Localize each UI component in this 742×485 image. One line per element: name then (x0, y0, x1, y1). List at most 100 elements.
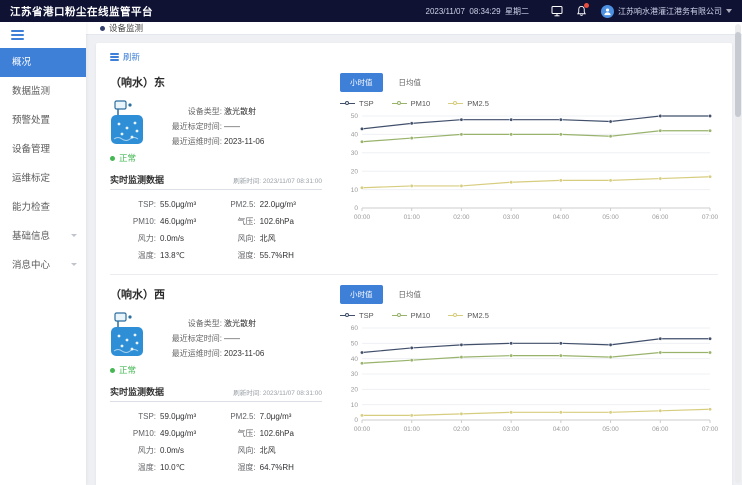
svg-text:00:00: 00:00 (354, 214, 371, 221)
station-info-pane: （响水）西 (110, 283, 322, 476)
svg-text:02:00: 02:00 (453, 214, 470, 221)
sidebar-item-basic-info[interactable]: 基础信息 (0, 222, 86, 251)
metric-label: TSP: (110, 408, 156, 425)
daily-average-button[interactable]: 日均值 (389, 73, 432, 92)
sidebar-item-data-monitoring[interactable]: 数据监测 (0, 77, 86, 106)
metric-label: PM2.5: (210, 196, 256, 213)
legend-marker-icon (340, 100, 355, 107)
metric-value: 10.0℃ (156, 459, 208, 476)
stations-card: 刷新 （响水）东 (96, 43, 732, 485)
scrollbar-track[interactable] (735, 24, 741, 483)
main-area: 设备监测 刷新 （响水）东 (86, 22, 742, 485)
metric-label: PM10: (110, 425, 156, 442)
sidebar-item-warning-disposal[interactable]: 预警处置 (0, 106, 86, 135)
hourly-value-button[interactable]: 小时值 (340, 73, 383, 92)
metric-value: 7.0μg/m³ (256, 408, 322, 425)
tab-device-monitoring[interactable]: 设备监测 (100, 22, 143, 34)
metric-value: 0.0m/s (156, 442, 208, 459)
legend-item-pm10[interactable]: PM10 (392, 99, 431, 108)
svg-text:60: 60 (351, 325, 359, 332)
metrics-grid: TSP:59.0μg/m³ PM2.5:7.0μg/m³ PM10:49.0μg… (110, 402, 322, 476)
svg-text:20: 20 (351, 169, 359, 176)
sidebar-item-label: 数据监测 (12, 86, 50, 97)
metric-label: 风力: (110, 442, 156, 459)
metric-value: 13.8℃ (156, 247, 208, 264)
metrics-grid: TSP:55.0μg/m³ PM2.5:22.0μg/m³ PM10:46.0μ… (110, 190, 322, 264)
svg-text:06:00: 06:00 (652, 214, 669, 221)
dust-monitor-device-icon (110, 312, 144, 358)
sidebar: 概况 数据监测 预警处置 设备管理 运维标定 能力检查 基础信息 消息中心 (0, 22, 86, 485)
realtime-refresh-time: 刷新时间: 2023/11/07 08:31:00 (233, 387, 322, 397)
metric-value: 0.0m/s (156, 230, 208, 247)
svg-text:30: 30 (351, 371, 359, 378)
sidebar-item-label: 能力检查 (12, 202, 50, 213)
dust-monitor-device-icon (110, 100, 144, 146)
svg-text:40: 40 (351, 132, 359, 139)
metric-value: 北风 (256, 442, 322, 459)
metric-value: 46.0μg/m³ (156, 213, 208, 230)
company-name: 江苏响水港灌江港务有限公司 (618, 6, 722, 17)
metric-label: 温度: (110, 247, 156, 264)
realtime-refresh-time: 刷新时间: 2023/11/07 08:31:00 (233, 175, 322, 185)
sidebar-item-label: 概况 (12, 57, 31, 68)
status-badge: 正常 (110, 152, 322, 164)
station-name: （响水）西 (110, 286, 322, 302)
chevron-down-icon (71, 263, 77, 266)
device-type-value: 激光散射 (222, 316, 264, 331)
device-type-value: 激光散射 (222, 104, 264, 119)
line-chart-east: 0102030405000:0001:0002:0003:0004:0005:0… (340, 110, 718, 222)
sidebar-item-message-center[interactable]: 消息中心 (0, 251, 86, 280)
metric-label: 风力: (110, 230, 156, 247)
maintenance-time-label: 最近运维时间: (152, 134, 222, 149)
hourly-value-button[interactable]: 小时值 (340, 285, 383, 304)
device-type-label: 设备类型: (152, 316, 222, 331)
header-date: 2023/11/07 (426, 7, 465, 16)
header-time: 08:34:29 (469, 7, 500, 16)
legend-item-tsp[interactable]: TSP (340, 311, 374, 320)
chart-pane: 小时值 日均值 TSP PM10 PM2.5 010203040506000:0… (322, 283, 718, 476)
notification-badge (584, 3, 589, 8)
chevron-down-icon (726, 9, 732, 13)
tab-dot-icon (100, 26, 105, 31)
menu-collapse-icon[interactable] (0, 22, 86, 48)
legend-marker-icon (392, 312, 407, 319)
calibration-time-value: —— (222, 331, 264, 346)
metric-label: 湿度: (210, 247, 256, 264)
svg-text:01:00: 01:00 (404, 214, 421, 221)
tab-bar: 设备监测 (86, 22, 742, 35)
svg-text:01:00: 01:00 (404, 426, 421, 433)
metric-label: 温度: (110, 459, 156, 476)
company-dropdown[interactable]: 江苏响水港灌江港务有限公司 (618, 6, 732, 17)
legend-item-pm25[interactable]: PM2.5 (448, 311, 489, 320)
sidebar-item-device-management[interactable]: 设备管理 (0, 135, 86, 164)
refresh-button[interactable]: 刷新 (110, 51, 140, 63)
svg-text:03:00: 03:00 (503, 426, 520, 433)
sidebar-item-capability-check[interactable]: 能力检查 (0, 193, 86, 222)
sidebar-item-ops-calibration[interactable]: 运维标定 (0, 164, 86, 193)
sidebar-item-label: 运维标定 (12, 173, 50, 184)
scrollbar-thumb[interactable] (735, 32, 741, 117)
content-area: 刷新 （响水）东 (86, 35, 742, 485)
metric-value: 59.0μg/m³ (156, 408, 208, 425)
svg-text:30: 30 (351, 150, 359, 157)
daily-average-button[interactable]: 日均值 (389, 285, 432, 304)
legend-item-tsp[interactable]: TSP (340, 99, 374, 108)
sidebar-item-label: 消息中心 (12, 260, 50, 271)
sidebar-item-overview[interactable]: 概况 (0, 48, 86, 77)
svg-text:00:00: 00:00 (354, 426, 371, 433)
svg-text:04:00: 04:00 (553, 426, 570, 433)
monitor-icon[interactable] (550, 4, 564, 18)
svg-text:10: 10 (351, 187, 359, 194)
metric-label: PM10: (110, 213, 156, 230)
user-avatar[interactable] (601, 5, 614, 18)
metric-label: TSP: (110, 196, 156, 213)
metric-value: 55.0μg/m³ (156, 196, 208, 213)
metric-label: 风向: (210, 230, 256, 247)
legend-marker-icon (448, 312, 463, 319)
bell-icon[interactable] (574, 4, 588, 18)
app-header: 江苏省港口粉尘在线监管平台 2023/11/07 08:34:29 星期二 江苏… (0, 0, 742, 22)
svg-text:0: 0 (354, 417, 358, 424)
legend-item-pm10[interactable]: PM10 (392, 311, 431, 320)
tab-label: 设备监测 (109, 22, 143, 34)
legend-item-pm25[interactable]: PM2.5 (448, 99, 489, 108)
